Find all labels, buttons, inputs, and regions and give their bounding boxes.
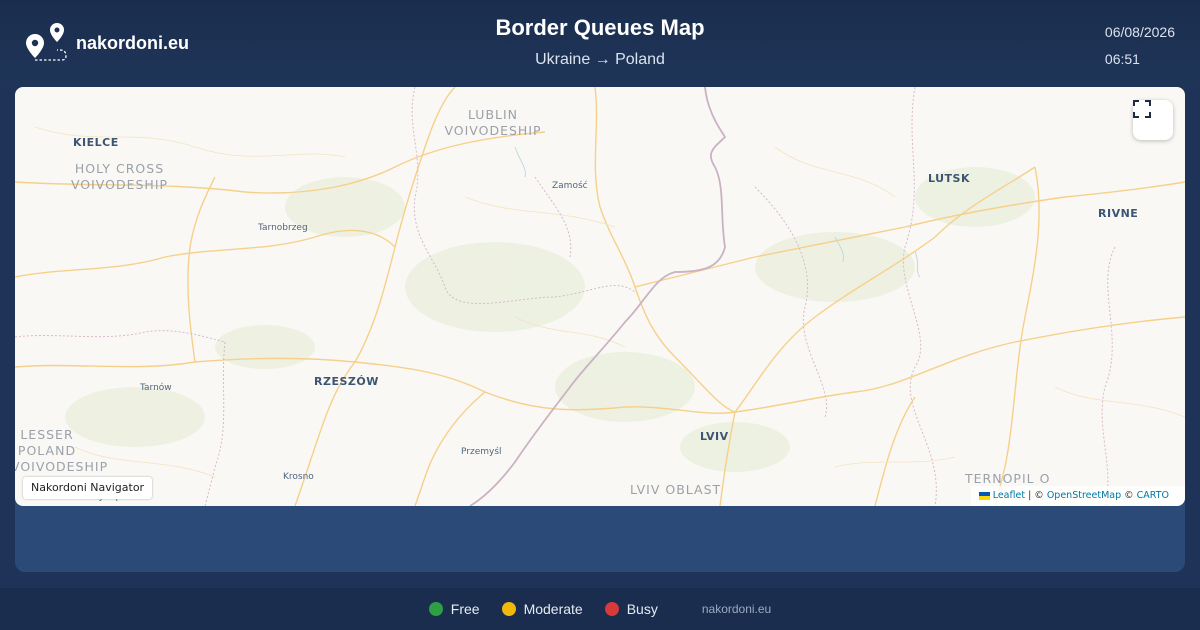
city-rzeszow: RZESZÓW [314,375,379,388]
site-link[interactable]: nakordoni.eu [702,602,771,616]
fullscreen-icon [1133,100,1151,118]
city-tarnobrzeg: Tarnobrzeg [258,223,308,233]
legend-label: Moderate [523,601,583,617]
legend-footer: Free Moderate Busy nakordoni.eu [0,588,1200,630]
busy-dot-icon [604,602,619,616]
legend-label: Busy [626,601,658,617]
route-subtitle: Ukraine → Poland [535,51,665,68]
fullscreen-button[interactable] [1133,100,1173,140]
city-tarnow: Tarnów [140,383,172,393]
legend-free: Free [428,601,480,617]
city-przemysl: Przemyśl [461,447,502,457]
city-rivne: RIVNE [1098,207,1139,220]
moderate-dot-icon [501,602,516,616]
city-lutsk: LUTSK [928,172,970,185]
legend-busy: Busy [604,601,658,617]
city-zamosc: Zamość [552,181,588,191]
map-attribution: Leaflet | © OpenStreetMap © CARTO [970,486,1185,506]
brand-name: nakordoni.eu [76,32,190,53]
legend-moderate: Moderate [501,601,583,617]
location-pins-logo-icon [26,23,67,61]
attribution-copy: © [1121,490,1137,501]
attribution-separator: | © [1025,490,1047,501]
region-lesser-poland: LESSER POLAND VOIVODESHIP [15,427,109,474]
region-lublin: LUBLIN VOIVODESHIP [444,107,542,138]
osm-link[interactable]: OpenStreetMap [1047,486,1121,506]
legend-label: Free [450,601,480,617]
city-kielce: KIELCE [73,136,119,149]
city-krosno: Krosno [283,472,314,482]
brand[interactable]: nakordoni.eu [24,22,189,64]
map-view[interactable]: LUBLIN VOIVODESHIP HOLY CROSS VOIVODESHI… [15,87,1185,506]
time-text: 06:51 [1104,51,1140,67]
page-title: Border Queues Map [495,15,705,40]
map-tiles [15,87,1185,506]
region-lviv-oblast: LVIV OBLAST [630,482,722,497]
ukraine-flag-icon [978,492,990,500]
carto-link[interactable]: CARTO [1137,486,1169,506]
date-text: 06/08/2026 [1104,24,1175,40]
leaflet-link[interactable]: Leaflet [993,486,1025,506]
timestamp: 06/08/2026 06:51 [1105,22,1175,69]
region-ternopil: TERNOPIL O [965,471,1051,486]
free-dot-icon [428,602,443,616]
region-holy-cross: HOLY CROSS VOIVODESHIP [70,161,169,192]
city-lviv: LVIV [700,430,729,443]
navigator-badge[interactable]: Nakordoni Navigator [23,477,153,499]
header: nakordoni.eu Border Queues Map Ukraine →… [0,0,1200,86]
